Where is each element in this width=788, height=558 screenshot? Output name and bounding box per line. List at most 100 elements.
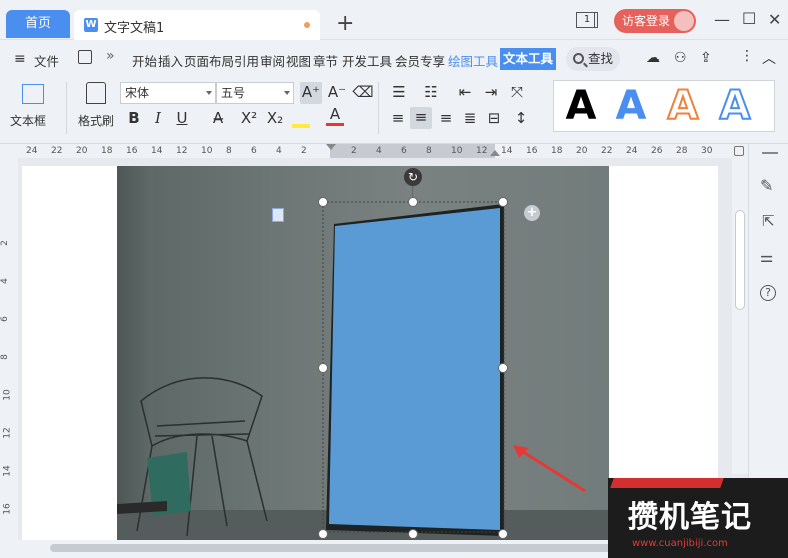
- vertical-ruler-tick-label: 14: [2, 465, 13, 477]
- ruler-tick-label: 18: [551, 146, 563, 156]
- align-right-icon[interactable]: ≡: [436, 108, 456, 128]
- first-line-indent-icon[interactable]: [326, 144, 336, 150]
- watermark-stripe: [610, 478, 724, 488]
- bullet-list-icon[interactable]: ☰: [388, 82, 410, 102]
- numbered-list-icon[interactable]: ☷: [420, 82, 442, 102]
- login-button[interactable]: 访客登录: [614, 9, 696, 33]
- increase-indent-icon[interactable]: ⇥: [480, 82, 502, 102]
- share-user-icon[interactable]: ⚇: [674, 50, 687, 66]
- rotate-handle-icon[interactable]: ↻: [404, 168, 422, 186]
- select-cursor-icon[interactable]: ⇱: [762, 212, 775, 230]
- settings-sliders-icon[interactable]: ⚌: [760, 248, 773, 266]
- menu-member[interactable]: 会员专享: [395, 51, 445, 70]
- resize-handle-bottom[interactable]: [408, 529, 418, 539]
- minimize-icon[interactable]: —: [714, 10, 730, 30]
- window-count-bar-icon: [594, 12, 597, 28]
- menu-view[interactable]: 视图: [286, 51, 311, 70]
- watermark-title: 攒机笔记: [628, 500, 752, 535]
- distribute-icon[interactable]: ⊟: [484, 108, 504, 128]
- justify-icon[interactable]: ≣: [460, 108, 480, 128]
- menu-page-layout[interactable]: 页面布局: [184, 51, 234, 70]
- menu-developer[interactable]: 开发工具: [342, 51, 392, 70]
- grow-font-icon[interactable]: A⁺: [300, 82, 322, 104]
- help-icon[interactable]: ?: [760, 285, 776, 301]
- horizontal-scrollbar-thumb[interactable]: [50, 544, 650, 552]
- format-painter-icon[interactable]: [86, 82, 106, 104]
- maximize-icon[interactable]: ☐: [742, 9, 756, 29]
- menu-file[interactable]: 文件: [34, 51, 59, 70]
- ruler-tick-label: 20: [576, 146, 588, 156]
- vertical-scrollbar-thumb[interactable]: [735, 210, 745, 310]
- search-button[interactable]: 查找: [566, 47, 620, 71]
- wordart-style-blue[interactable]: A: [606, 82, 656, 130]
- font-size-select[interactable]: 五号: [216, 82, 294, 104]
- ruler-tick-label: 8: [226, 146, 232, 156]
- font-color-icon[interactable]: A: [326, 104, 344, 126]
- ruler-tick-label: 26: [651, 146, 663, 156]
- font-name-value: 宋体: [125, 86, 150, 100]
- wordart-style-black[interactable]: A: [556, 82, 606, 130]
- wordart-style-orange-outline[interactable]: A: [658, 82, 708, 130]
- menu-start[interactable]: 开始: [132, 51, 157, 70]
- underline-button[interactable]: U: [172, 108, 192, 128]
- resize-handle-bottom-right[interactable]: [498, 529, 508, 539]
- menu-insert[interactable]: 插入: [158, 51, 183, 70]
- vertical-ruler-tick-label: 16: [2, 503, 13, 515]
- strikethrough-icon[interactable]: A̶: [206, 108, 230, 128]
- save-icon[interactable]: [78, 50, 92, 64]
- menu-section[interactable]: 章节: [313, 51, 338, 70]
- ruler-tick-label: 22: [51, 146, 63, 156]
- shrink-font-icon[interactable]: A⁻: [326, 82, 348, 102]
- new-tab-plus-icon[interactable]: +: [336, 10, 354, 38]
- resize-handle-bottom-left[interactable]: [318, 529, 328, 539]
- watermark-logo: 攒机笔记 www.cuanjibiji.com: [608, 478, 788, 558]
- panel-collapse-icon[interactable]: [762, 152, 778, 154]
- menu-references[interactable]: 引用: [234, 51, 259, 70]
- decrease-indent-icon[interactable]: ⇤: [454, 82, 476, 102]
- resize-handle-top-right[interactable]: [498, 197, 508, 207]
- wordart-style-blue-outline[interactable]: A: [710, 82, 760, 130]
- vertical-scrollbar[interactable]: [732, 158, 748, 474]
- text-direction-icon[interactable]: ⤧: [506, 82, 528, 102]
- resize-handle-left[interactable]: [318, 363, 328, 373]
- align-left-icon[interactable]: ≡: [388, 108, 408, 128]
- menu-text-tools[interactable]: 文本工具: [500, 48, 556, 70]
- layout-options-plus-icon[interactable]: +: [524, 205, 540, 221]
- subscript-icon[interactable]: X₂: [264, 108, 286, 128]
- line-spacing-icon[interactable]: ↕: [510, 108, 532, 128]
- selected-shape[interactable]: [318, 196, 514, 540]
- highlight-icon[interactable]: [292, 108, 310, 128]
- menu-review[interactable]: 审阅: [260, 51, 285, 70]
- ruler-tick-label: 10: [451, 146, 463, 156]
- pen-edit-icon[interactable]: ✎: [760, 176, 773, 195]
- textbox-label[interactable]: 文本框: [10, 112, 46, 129]
- ruler-toggle-icon[interactable]: [734, 146, 744, 156]
- italic-button[interactable]: I: [148, 108, 168, 128]
- export-icon[interactable]: ⇪: [700, 50, 712, 66]
- collapse-ribbon-icon[interactable]: ︿: [762, 48, 776, 68]
- right-indent-icon[interactable]: [490, 150, 500, 156]
- eraser-icon[interactable]: ⌫: [352, 82, 374, 102]
- resize-handle-top[interactable]: [408, 197, 418, 207]
- font-name-select[interactable]: 宋体: [120, 82, 216, 104]
- ruler-tick-label: 12: [476, 146, 488, 156]
- superscript-icon[interactable]: X²: [238, 108, 260, 128]
- vertical-ruler-tick-label: 6: [0, 316, 10, 322]
- textbox-icon[interactable]: [22, 84, 44, 104]
- close-icon[interactable]: ✕: [768, 10, 781, 30]
- ruler-tick-label: 14: [501, 146, 513, 156]
- bold-button[interactable]: B: [124, 108, 144, 128]
- format-painter-label[interactable]: 格式刷: [78, 112, 114, 129]
- cloud-icon[interactable]: ☁: [646, 50, 660, 66]
- more-chevron-icon[interactable]: »: [106, 48, 115, 64]
- hamburger-menu-icon[interactable]: ≡: [14, 51, 26, 67]
- align-center-icon[interactable]: ≡: [410, 107, 432, 129]
- tab-home[interactable]: 首页: [6, 10, 70, 38]
- more-vertical-icon[interactable]: ⋮: [740, 48, 754, 64]
- ruler-tick-label: 2: [351, 146, 357, 156]
- resize-handle-right[interactable]: [498, 363, 508, 373]
- anchor-doc-icon: [272, 208, 284, 222]
- menu-drawing-tools[interactable]: 绘图工具: [448, 51, 498, 70]
- tab-document[interactable]: W 文字文稿1: [74, 10, 320, 40]
- resize-handle-top-left[interactable]: [318, 197, 328, 207]
